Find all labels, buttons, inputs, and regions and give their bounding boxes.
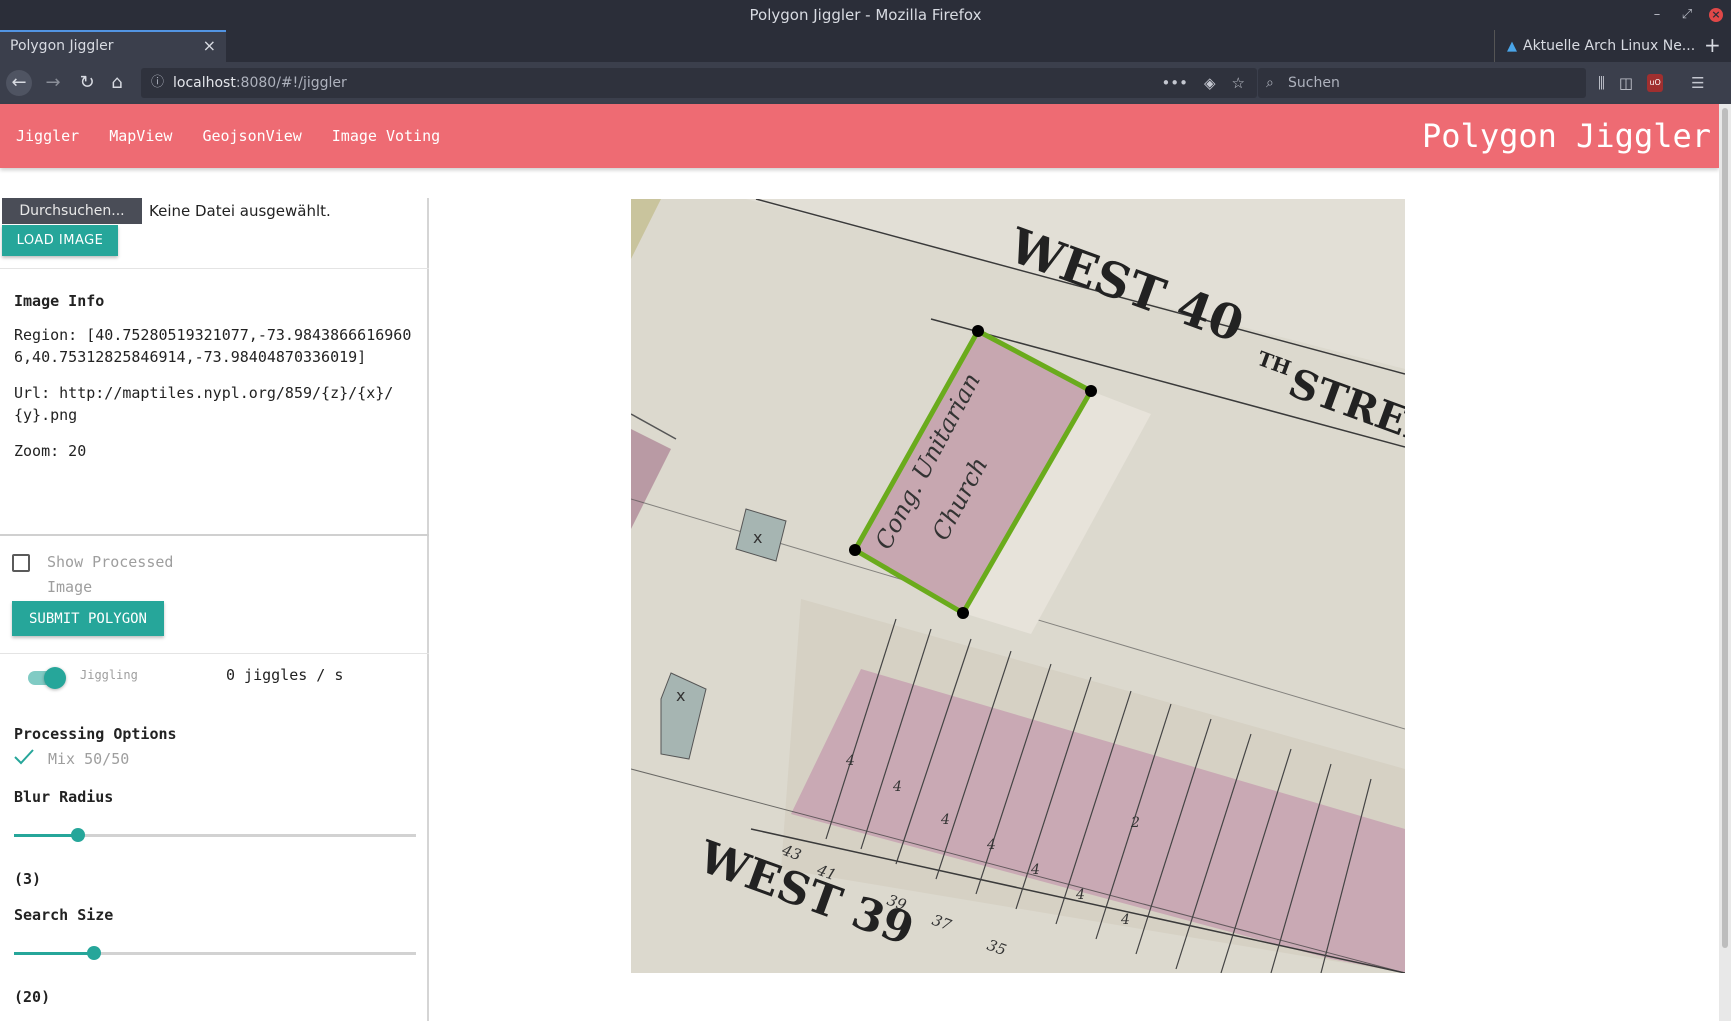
forward-icon[interactable]: → (40, 70, 66, 96)
scrollbar-thumb[interactable] (1722, 108, 1728, 948)
load-image-button[interactable]: LOAD IMAGE (2, 225, 118, 256)
search-bar[interactable]: ⌕ Suchen (1258, 68, 1586, 98)
slider-thumb[interactable] (71, 828, 85, 842)
nav-link-geojsonview[interactable]: GeojsonView (202, 127, 301, 145)
map-canvas[interactable]: WEST 40 TH STREET x x 4 4 4 4 4 4 4 2 43… (631, 199, 1405, 973)
reload-icon[interactable]: ↻ (74, 70, 100, 96)
close-window-icon[interactable]: × (1709, 8, 1723, 22)
back-icon[interactable]: ← (6, 70, 32, 96)
jiggling-label: Jiggling (80, 668, 138, 682)
info-icon[interactable]: ⓘ (151, 68, 164, 98)
toolbar-icons: ⫼ ◫ uO ☰ (1598, 70, 1705, 96)
jiggle-rate: 0 jiggles / s (226, 666, 344, 684)
url-host: localhost (173, 75, 236, 91)
search-icon: ⌕ (1266, 75, 1274, 91)
sidebar-toggle-icon[interactable]: ◫ (1619, 70, 1633, 96)
image-zoom: Zoom: 20 (14, 442, 87, 460)
submit-polygon-button[interactable]: SUBMIT POLYGON (12, 601, 164, 636)
browser-navbar: ← → ↻ ⌂ ⓘ localhost:8080/#!/jiggler ••• … (0, 62, 1731, 104)
marker-x: x (676, 686, 685, 705)
arch-logo-icon: ▲ (1507, 39, 1517, 54)
browser-tabbar: Polygon Jiggler × ▲ Aktuelle Arch Linux N… (0, 30, 1731, 62)
lot-mark: 2 (1130, 815, 1140, 831)
app-header: Jiggler MapView GeojsonView Image Voting… (0, 104, 1719, 168)
controls-card: Show Processed Image SUBMIT POLYGON (0, 538, 429, 654)
page-actions-icon[interactable]: ••• (1161, 68, 1188, 98)
maximize-icon[interactable]: ⤢ (1679, 0, 1695, 30)
app-nav: Jiggler MapView GeojsonView Image Voting (16, 104, 440, 168)
check-icon[interactable] (14, 749, 34, 765)
mix-label[interactable]: Mix 50/50 (48, 750, 129, 768)
image-url: Url: http://maptiles.nypl.org/859/{z}/{x… (14, 384, 394, 424)
image-region: Region: [40.75280519321077,-73.984386661… (14, 326, 412, 366)
bookmark-star-icon[interactable]: ☆ (1232, 68, 1245, 98)
ublock-icon[interactable]: uO (1647, 74, 1664, 92)
jiggling-toggle-knob[interactable] (44, 667, 66, 689)
nav-link-image-voting[interactable]: Image Voting (332, 127, 440, 145)
file-status: Keine Datei ausgewählt. (149, 202, 331, 220)
file-input-row: Durchsuchen... Keine Datei ausgewählt. (2, 198, 331, 224)
blur-radius-title: Blur Radius (14, 788, 114, 806)
home-icon[interactable]: ⌂ (104, 70, 130, 96)
window-titlebar: Polygon Jiggler - Mozilla Firefox – ⤢ × (0, 0, 1731, 30)
menu-icon[interactable]: ☰ (1691, 70, 1704, 96)
tab-label: Polygon Jiggler (10, 38, 114, 54)
pocket-icon[interactable]: ◈ (1204, 68, 1216, 98)
blur-radius-value: (3) (14, 870, 42, 888)
url-path: :8080/#!/jiggler (235, 75, 347, 91)
app-brand[interactable]: Polygon Jiggler (1422, 104, 1711, 168)
lot-mark: 4 (940, 812, 950, 828)
nav-link-mapview[interactable]: MapView (109, 127, 172, 145)
processing-options-title: Processing Options (14, 725, 177, 743)
show-processed-label[interactable]: Show Processed Image (47, 550, 207, 600)
window-title: Polygon Jiggler - Mozilla Firefox (749, 6, 982, 24)
image-info-title: Image Info (14, 292, 105, 310)
search-size-slider[interactable] (14, 943, 416, 963)
url-bar[interactable]: ⓘ localhost:8080/#!/jiggler ••• ◈ ☆ (141, 68, 1257, 98)
browse-file-button[interactable]: Durchsuchen... (2, 198, 142, 224)
jiggling-toggle-row: Jiggling 0 jiggles / s (0, 656, 429, 696)
slider-fill (14, 952, 94, 955)
search-size-value: (20) (14, 988, 51, 1006)
lot-mark: 4 (845, 753, 855, 769)
blur-radius-slider[interactable] (14, 825, 416, 845)
marker-x: x (753, 528, 762, 547)
polygon-vertex[interactable] (849, 544, 861, 556)
search-placeholder: Suchen (1288, 75, 1340, 91)
lot-mark: 4 (892, 779, 902, 795)
sidebar: Durchsuchen... Keine Datei ausgewählt. L… (0, 198, 429, 1021)
library-icon[interactable]: ⫼ (1598, 70, 1605, 96)
lot-mark: 4 (1075, 887, 1085, 903)
lot-mark: 4 (986, 837, 996, 853)
lot-mark: 4 (1030, 862, 1040, 878)
tab-close-icon[interactable]: × (203, 32, 216, 60)
polygon-vertex[interactable] (1085, 385, 1097, 397)
new-tab-icon[interactable]: + (1704, 30, 1721, 60)
tab-arch-linux[interactable]: ▲ Aktuelle Arch Linux Ne... (1494, 30, 1695, 62)
polygon-vertex[interactable] (972, 325, 984, 337)
slider-fill (14, 834, 78, 837)
nav-link-jiggler[interactable]: Jiggler (16, 127, 79, 145)
url-actions: ••• ◈ ☆ (1161, 68, 1245, 98)
image-info-card: Image Info Region: [40.75280519321077,-7… (0, 268, 429, 536)
show-processed-checkbox[interactable] (12, 554, 30, 572)
page-scrollbar[interactable] (1719, 104, 1731, 1021)
tab-polygon-jiggler[interactable]: Polygon Jiggler × (0, 30, 226, 62)
minimize-icon[interactable]: – (1649, 0, 1665, 30)
polygon-vertex[interactable] (957, 607, 969, 619)
map-image[interactable]: WEST 40 TH STREET x x 4 4 4 4 4 4 4 2 43… (631, 199, 1405, 973)
window-controls: – ⤢ × (1649, 0, 1723, 30)
lot-mark: 4 (1120, 912, 1130, 928)
tab-label: Aktuelle Arch Linux Ne... (1523, 38, 1696, 54)
slider-thumb[interactable] (87, 946, 101, 960)
search-size-title: Search Size (14, 906, 114, 924)
